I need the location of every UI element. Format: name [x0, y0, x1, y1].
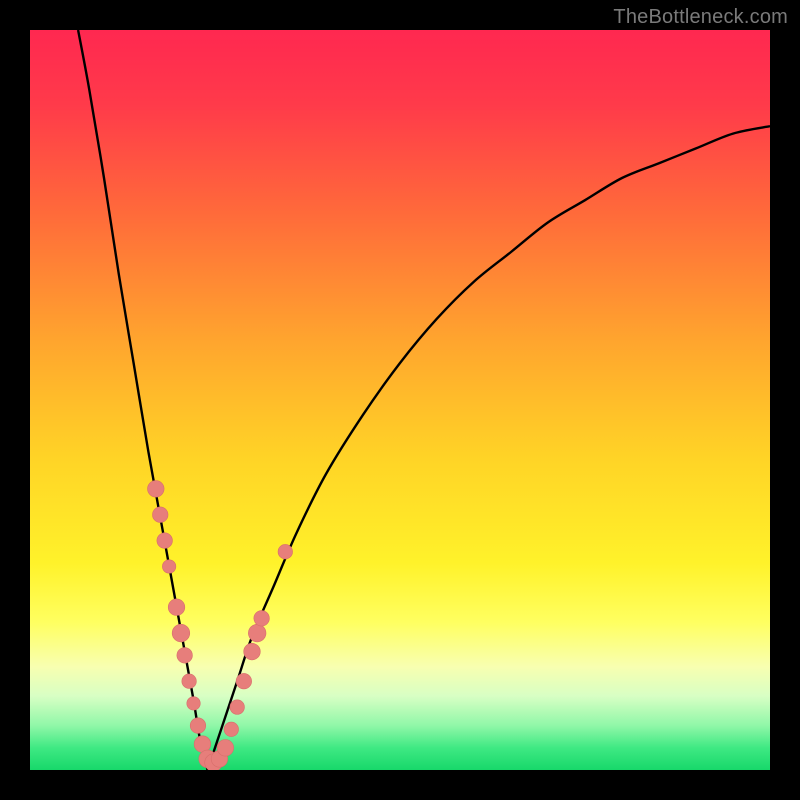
outer-frame: TheBottleneck.com — [0, 0, 800, 800]
data-point-marker — [224, 722, 239, 737]
data-point-marker — [230, 700, 245, 715]
data-point-marker — [254, 611, 270, 627]
marker-group — [148, 481, 293, 770]
data-point-marker — [187, 697, 200, 710]
data-point-marker — [162, 560, 175, 573]
chart-svg — [30, 30, 770, 770]
watermark-text: TheBottleneck.com — [613, 6, 788, 29]
plot-area — [30, 30, 770, 770]
data-point-marker — [244, 643, 261, 660]
data-point-marker — [217, 740, 234, 757]
data-point-marker — [157, 533, 173, 549]
data-point-marker — [190, 718, 206, 734]
curve-right — [208, 126, 770, 770]
data-point-marker — [236, 673, 252, 689]
data-point-marker — [148, 481, 165, 498]
data-point-marker — [177, 648, 193, 664]
data-point-marker — [172, 624, 190, 642]
data-point-marker — [278, 544, 293, 559]
data-point-marker — [248, 624, 266, 642]
data-point-marker — [152, 507, 168, 523]
data-point-marker — [182, 674, 197, 689]
data-point-marker — [168, 599, 185, 616]
